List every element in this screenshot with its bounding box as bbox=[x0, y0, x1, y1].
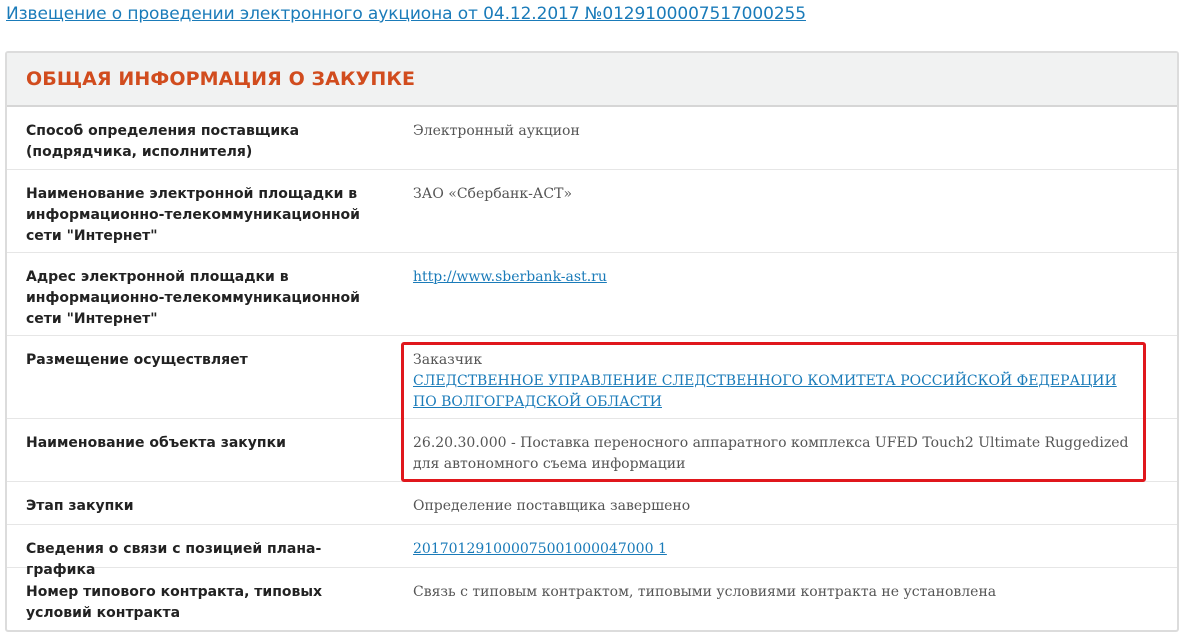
table-row: Способ определения поставщика (подрядчик… bbox=[7, 107, 1177, 170]
row-value: 26.20.30.000 - Поставка переносного аппа… bbox=[413, 435, 1129, 472]
row-label: Способ определения поставщика (подрядчик… bbox=[26, 123, 300, 160]
table-row: Этап закупки Определение поставщика заве… bbox=[7, 482, 1177, 525]
general-info-panel: ОБЩАЯ ИНФОРМАЦИЯ О ЗАКУПКЕ Способ опреде… bbox=[5, 51, 1179, 632]
table-row: Сведения о связи с позицией плана-график… bbox=[7, 525, 1177, 578]
row-value: ЗАО «Сбербанк-АСТ» bbox=[413, 186, 573, 202]
placer-role: Заказчик bbox=[413, 352, 483, 368]
customer-link[interactable]: СЛЕДСТВЕННОЕ УПРАВЛЕНИЕ СЛЕДСТВЕННОГО КО… bbox=[413, 373, 1117, 410]
row-value: Электронный аукцион bbox=[413, 123, 580, 139]
row-value: http://www.sberbank-ast.ru bbox=[413, 267, 1143, 288]
row-label: Размещение осуществляет bbox=[26, 352, 248, 368]
platform-url-link[interactable]: http://www.sberbank-ast.ru bbox=[413, 269, 607, 285]
row-label: Наименование электронной площадки в инфо… bbox=[26, 186, 360, 244]
table-row: Размещение осуществляет Заказчик СЛЕДСТВ… bbox=[7, 336, 1177, 419]
row-value: Связь с типовым контрактом, типовыми усл… bbox=[413, 584, 997, 600]
row-label: Наименование объекта закупки bbox=[26, 435, 286, 451]
table-row: Номер типового контракта, типовых услови… bbox=[7, 568, 1177, 630]
row-label: Номер типового контракта, типовых услови… bbox=[26, 584, 323, 621]
row-value: Заказчик СЛЕДСТВЕННОЕ УПРАВЛЕНИЕ СЛЕДСТВ… bbox=[413, 350, 1143, 413]
table-row: Адрес электронной площадки в информацион… bbox=[7, 253, 1177, 336]
table-row: Наименование объекта закупки 26.20.30.00… bbox=[7, 419, 1177, 482]
notice-link[interactable]: Извещение о проведении электронного аукц… bbox=[6, 4, 806, 24]
row-label: Адрес электронной площадки в информацион… bbox=[26, 269, 360, 327]
row-value: Определение поставщика завершено bbox=[413, 498, 691, 514]
row-value: 201701291000075001000047000 1 bbox=[413, 539, 1143, 560]
table-row: Наименование электронной площадки в инфо… bbox=[7, 170, 1177, 253]
row-label: Этап закупки bbox=[26, 498, 134, 514]
plan-schedule-link[interactable]: 201701291000075001000047000 1 bbox=[413, 541, 667, 557]
section-title: ОБЩАЯ ИНФОРМАЦИЯ О ЗАКУПКЕ bbox=[26, 68, 416, 90]
